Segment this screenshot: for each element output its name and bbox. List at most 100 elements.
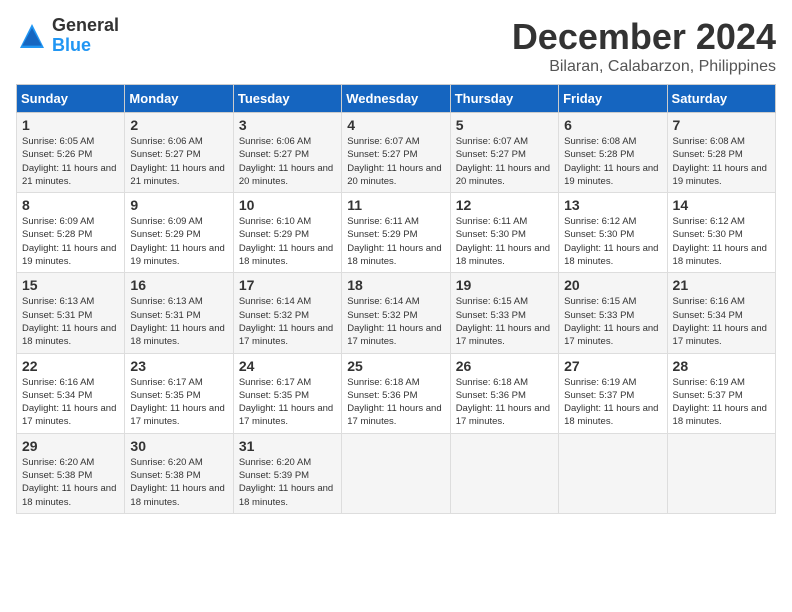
day-info: Sunrise: 6:07 AM Sunset: 5:27 PM Dayligh… xyxy=(456,135,553,188)
day-number: 30 xyxy=(130,438,227,454)
day-info: Sunrise: 6:08 AM Sunset: 5:28 PM Dayligh… xyxy=(564,135,661,188)
calendar-cell xyxy=(559,433,667,513)
day-number: 29 xyxy=(22,438,119,454)
day-number: 22 xyxy=(22,358,119,374)
calendar-cell: 20 Sunrise: 6:15 AM Sunset: 5:33 PM Dayl… xyxy=(559,273,667,353)
logo-icon xyxy=(16,20,48,52)
header-wednesday: Wednesday xyxy=(342,85,450,113)
header-sunday: Sunday xyxy=(17,85,125,113)
day-info: Sunrise: 6:11 AM Sunset: 5:30 PM Dayligh… xyxy=(456,215,553,268)
calendar-cell: 19 Sunrise: 6:15 AM Sunset: 5:33 PM Dayl… xyxy=(450,273,558,353)
calendar-cell xyxy=(667,433,775,513)
logo-blue-text: Blue xyxy=(52,36,119,56)
day-number: 25 xyxy=(347,358,444,374)
calendar-table: Sunday Monday Tuesday Wednesday Thursday… xyxy=(16,84,776,514)
day-info: Sunrise: 6:07 AM Sunset: 5:27 PM Dayligh… xyxy=(347,135,444,188)
day-info: Sunrise: 6:14 AM Sunset: 5:32 PM Dayligh… xyxy=(239,295,336,348)
day-number: 3 xyxy=(239,117,336,133)
calendar-cell: 27 Sunrise: 6:19 AM Sunset: 5:37 PM Dayl… xyxy=(559,353,667,433)
calendar-week-row: 22 Sunrise: 6:16 AM Sunset: 5:34 PM Dayl… xyxy=(17,353,776,433)
day-info: Sunrise: 6:16 AM Sunset: 5:34 PM Dayligh… xyxy=(22,376,119,429)
header-thursday: Thursday xyxy=(450,85,558,113)
logo-text: General Blue xyxy=(52,16,119,56)
day-info: Sunrise: 6:15 AM Sunset: 5:33 PM Dayligh… xyxy=(564,295,661,348)
day-info: Sunrise: 6:06 AM Sunset: 5:27 PM Dayligh… xyxy=(239,135,336,188)
day-info: Sunrise: 6:13 AM Sunset: 5:31 PM Dayligh… xyxy=(130,295,227,348)
calendar-cell: 12 Sunrise: 6:11 AM Sunset: 5:30 PM Dayl… xyxy=(450,193,558,273)
day-number: 1 xyxy=(22,117,119,133)
day-number: 21 xyxy=(673,277,770,293)
day-info: Sunrise: 6:19 AM Sunset: 5:37 PM Dayligh… xyxy=(564,376,661,429)
calendar-cell: 5 Sunrise: 6:07 AM Sunset: 5:27 PM Dayli… xyxy=(450,113,558,193)
title-area: December 2024 Bilaran, Calabarzon, Phili… xyxy=(512,16,776,76)
day-info: Sunrise: 6:17 AM Sunset: 5:35 PM Dayligh… xyxy=(239,376,336,429)
calendar-cell: 13 Sunrise: 6:12 AM Sunset: 5:30 PM Dayl… xyxy=(559,193,667,273)
day-number: 4 xyxy=(347,117,444,133)
day-number: 28 xyxy=(673,358,770,374)
calendar-cell: 15 Sunrise: 6:13 AM Sunset: 5:31 PM Dayl… xyxy=(17,273,125,353)
calendar-cell: 16 Sunrise: 6:13 AM Sunset: 5:31 PM Dayl… xyxy=(125,273,233,353)
calendar-cell: 11 Sunrise: 6:11 AM Sunset: 5:29 PM Dayl… xyxy=(342,193,450,273)
day-number: 16 xyxy=(130,277,227,293)
calendar-week-row: 8 Sunrise: 6:09 AM Sunset: 5:28 PM Dayli… xyxy=(17,193,776,273)
day-info: Sunrise: 6:09 AM Sunset: 5:29 PM Dayligh… xyxy=(130,215,227,268)
day-number: 6 xyxy=(564,117,661,133)
day-info: Sunrise: 6:18 AM Sunset: 5:36 PM Dayligh… xyxy=(347,376,444,429)
day-info: Sunrise: 6:18 AM Sunset: 5:36 PM Dayligh… xyxy=(456,376,553,429)
day-number: 19 xyxy=(456,277,553,293)
day-number: 23 xyxy=(130,358,227,374)
calendar-cell: 9 Sunrise: 6:09 AM Sunset: 5:29 PM Dayli… xyxy=(125,193,233,273)
day-number: 17 xyxy=(239,277,336,293)
calendar-cell: 17 Sunrise: 6:14 AM Sunset: 5:32 PM Dayl… xyxy=(233,273,341,353)
calendar-cell: 31 Sunrise: 6:20 AM Sunset: 5:39 PM Dayl… xyxy=(233,433,341,513)
day-info: Sunrise: 6:20 AM Sunset: 5:38 PM Dayligh… xyxy=(22,456,119,509)
day-info: Sunrise: 6:20 AM Sunset: 5:39 PM Dayligh… xyxy=(239,456,336,509)
day-info: Sunrise: 6:20 AM Sunset: 5:38 PM Dayligh… xyxy=(130,456,227,509)
day-number: 27 xyxy=(564,358,661,374)
day-number: 5 xyxy=(456,117,553,133)
calendar-week-row: 15 Sunrise: 6:13 AM Sunset: 5:31 PM Dayl… xyxy=(17,273,776,353)
day-number: 20 xyxy=(564,277,661,293)
logo: General Blue xyxy=(16,16,119,56)
day-number: 10 xyxy=(239,197,336,213)
day-number: 12 xyxy=(456,197,553,213)
calendar-cell xyxy=(450,433,558,513)
logo-general-text: General xyxy=(52,16,119,36)
calendar-week-row: 1 Sunrise: 6:05 AM Sunset: 5:26 PM Dayli… xyxy=(17,113,776,193)
calendar-cell: 28 Sunrise: 6:19 AM Sunset: 5:37 PM Dayl… xyxy=(667,353,775,433)
day-info: Sunrise: 6:16 AM Sunset: 5:34 PM Dayligh… xyxy=(673,295,770,348)
header-tuesday: Tuesday xyxy=(233,85,341,113)
day-info: Sunrise: 6:05 AM Sunset: 5:26 PM Dayligh… xyxy=(22,135,119,188)
month-year-title: December 2024 xyxy=(512,16,776,58)
day-info: Sunrise: 6:12 AM Sunset: 5:30 PM Dayligh… xyxy=(564,215,661,268)
calendar-cell: 30 Sunrise: 6:20 AM Sunset: 5:38 PM Dayl… xyxy=(125,433,233,513)
calendar-cell: 21 Sunrise: 6:16 AM Sunset: 5:34 PM Dayl… xyxy=(667,273,775,353)
calendar-header: Sunday Monday Tuesday Wednesday Thursday… xyxy=(17,85,776,113)
location-subtitle: Bilaran, Calabarzon, Philippines xyxy=(512,58,776,76)
day-info: Sunrise: 6:17 AM Sunset: 5:35 PM Dayligh… xyxy=(130,376,227,429)
day-info: Sunrise: 6:12 AM Sunset: 5:30 PM Dayligh… xyxy=(673,215,770,268)
day-info: Sunrise: 6:19 AM Sunset: 5:37 PM Dayligh… xyxy=(673,376,770,429)
header-monday: Monday xyxy=(125,85,233,113)
day-number: 9 xyxy=(130,197,227,213)
calendar-cell: 25 Sunrise: 6:18 AM Sunset: 5:36 PM Dayl… xyxy=(342,353,450,433)
day-number: 15 xyxy=(22,277,119,293)
day-info: Sunrise: 6:14 AM Sunset: 5:32 PM Dayligh… xyxy=(347,295,444,348)
calendar-cell: 3 Sunrise: 6:06 AM Sunset: 5:27 PM Dayli… xyxy=(233,113,341,193)
day-info: Sunrise: 6:08 AM Sunset: 5:28 PM Dayligh… xyxy=(673,135,770,188)
header: General Blue December 2024 Bilaran, Cala… xyxy=(16,16,776,76)
calendar-cell: 26 Sunrise: 6:18 AM Sunset: 5:36 PM Dayl… xyxy=(450,353,558,433)
day-number: 18 xyxy=(347,277,444,293)
header-saturday: Saturday xyxy=(667,85,775,113)
calendar-cell: 4 Sunrise: 6:07 AM Sunset: 5:27 PM Dayli… xyxy=(342,113,450,193)
calendar-cell: 22 Sunrise: 6:16 AM Sunset: 5:34 PM Dayl… xyxy=(17,353,125,433)
calendar-cell: 7 Sunrise: 6:08 AM Sunset: 5:28 PM Dayli… xyxy=(667,113,775,193)
calendar-cell: 10 Sunrise: 6:10 AM Sunset: 5:29 PM Dayl… xyxy=(233,193,341,273)
day-number: 7 xyxy=(673,117,770,133)
day-number: 24 xyxy=(239,358,336,374)
calendar-cell: 14 Sunrise: 6:12 AM Sunset: 5:30 PM Dayl… xyxy=(667,193,775,273)
day-number: 13 xyxy=(564,197,661,213)
calendar-cell: 29 Sunrise: 6:20 AM Sunset: 5:38 PM Dayl… xyxy=(17,433,125,513)
day-number: 26 xyxy=(456,358,553,374)
day-info: Sunrise: 6:10 AM Sunset: 5:29 PM Dayligh… xyxy=(239,215,336,268)
